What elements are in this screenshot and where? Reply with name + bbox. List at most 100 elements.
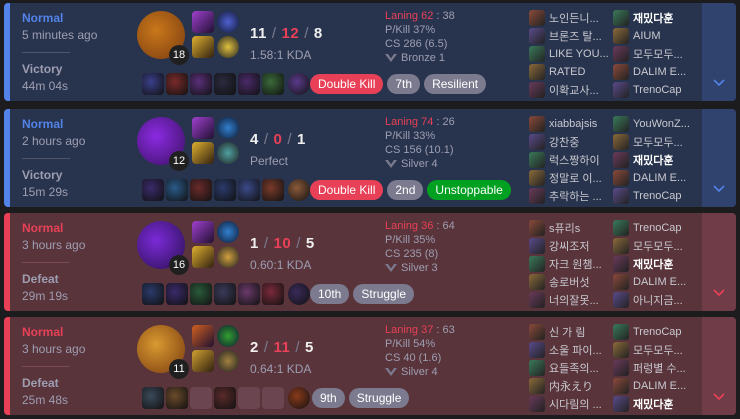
player-row[interactable]: 송로버섯 — [529, 273, 609, 291]
kda-ratio: 0.64:1 KDA — [250, 362, 312, 376]
player-row[interactable]: LIKE YOU... — [529, 45, 609, 63]
item-icon[interactable] — [262, 179, 284, 201]
player-row[interactable]: 추락하는 ... — [529, 187, 609, 205]
player-row[interactable]: DALIM E... — [613, 63, 693, 81]
trinket-icon[interactable] — [288, 283, 310, 305]
item-icon[interactable] — [142, 387, 164, 409]
player-row[interactable]: 재밌다훈 — [613, 151, 693, 169]
item-icon[interactable] — [214, 387, 236, 409]
player-row[interactable]: 브론즈 탈... — [529, 27, 609, 45]
player-name: 모두모두... — [633, 241, 683, 253]
keystone-rune-icon[interactable] — [217, 325, 239, 347]
match-card[interactable]: Normal 5 minutes ago Victory 44m 04s 18 … — [4, 3, 736, 101]
player-row[interactable]: DALIM E... — [613, 273, 693, 291]
player-row[interactable]: TrenoCap — [613, 81, 693, 99]
item-icon[interactable] — [214, 73, 236, 95]
item-icon[interactable] — [190, 283, 212, 305]
trinket-icon[interactable] — [288, 73, 310, 95]
keystone-rune-icon[interactable] — [217, 221, 239, 243]
player-row[interactable]: 内永えり — [529, 377, 609, 395]
player-row[interactable]: 모두모두... — [613, 133, 693, 151]
item-icon[interactable] — [142, 179, 164, 201]
item-icon[interactable] — [166, 283, 188, 305]
summoner-spell-icon[interactable] — [192, 117, 214, 139]
summoner-spell-icon[interactable] — [192, 11, 214, 33]
match-card[interactable]: Normal 3 hours ago Defeat 25m 48s 11 2/1… — [4, 317, 736, 415]
expand-button[interactable] — [702, 3, 736, 101]
player-row[interactable]: 자크 원챔... — [529, 255, 609, 273]
player-row[interactable]: 요들족의... — [529, 359, 609, 377]
player-row[interactable]: 너의잘못... — [529, 291, 609, 309]
player-row[interactable]: 재밌다훈 — [613, 9, 693, 27]
item-icon[interactable] — [262, 283, 284, 305]
expand-button[interactable] — [702, 317, 736, 415]
player-champion-icon — [529, 64, 545, 80]
player-row[interactable]: 아니지금... — [613, 291, 693, 309]
player-row[interactable]: 모두모두... — [613, 237, 693, 255]
item-icon[interactable] — [166, 179, 188, 201]
player-row[interactable]: TrenoCap — [613, 323, 693, 341]
player-row[interactable]: 이확교사... — [529, 81, 609, 99]
player-row[interactable]: 소울 파이... — [529, 341, 609, 359]
item-icon[interactable] — [262, 73, 284, 95]
player-row[interactable]: xiabbajsis — [529, 115, 609, 133]
player-row[interactable]: 모두모두... — [613, 45, 693, 63]
item-icon[interactable] — [142, 73, 164, 95]
summoner-spell-icon[interactable] — [192, 246, 214, 268]
keystone-rune-icon[interactable] — [217, 117, 239, 139]
player-name: DALIM E... — [633, 66, 687, 78]
player-row[interactable]: 정말로 이... — [529, 169, 609, 187]
secondary-rune-icon[interactable] — [217, 36, 239, 58]
player-champion-icon — [529, 220, 545, 236]
player-row[interactable]: 강찬중 — [529, 133, 609, 151]
item-icon[interactable] — [166, 73, 188, 95]
item-icon[interactable] — [238, 179, 260, 201]
summoner-spell-icon[interactable] — [192, 221, 214, 243]
player-champion-icon — [529, 274, 545, 290]
player-row[interactable]: 노인든니... — [529, 9, 609, 27]
player-row[interactable]: 재밌다훈 — [613, 255, 693, 273]
item-icon[interactable] — [214, 283, 236, 305]
keystone-rune-icon[interactable] — [217, 11, 239, 33]
item-icon[interactable] — [238, 283, 260, 305]
summoner-spell-icon[interactable] — [192, 325, 214, 347]
secondary-rune-icon[interactable] — [217, 246, 239, 268]
player-row[interactable]: DALIM E... — [613, 169, 693, 187]
match-info: Normal 2 hours ago Victory 15m 29s — [22, 117, 122, 199]
item-icon[interactable] — [214, 179, 236, 201]
player-row[interactable]: 강씨조저 — [529, 237, 609, 255]
player-row[interactable]: DALIM E... — [613, 377, 693, 395]
player-row[interactable]: 시다림의 ... — [529, 395, 609, 413]
summoner-spell-icon[interactable] — [192, 36, 214, 58]
expand-button[interactable] — [702, 213, 736, 311]
team-red: YouWonZ... 모두모두... 재밌다훈 DALIM E... TrenoCap — [613, 115, 693, 205]
player-row[interactable]: 모두모두... — [613, 341, 693, 359]
trinket-icon[interactable] — [288, 179, 310, 201]
match-card[interactable]: Normal 2 hours ago Victory 15m 29s 12 4/… — [4, 109, 736, 207]
player-row[interactable]: YouWonZ... — [613, 115, 693, 133]
player-row[interactable]: TrenoCap — [613, 219, 693, 237]
player-row[interactable]: AIUM — [613, 27, 693, 45]
player-row[interactable]: 럭스짱하이 — [529, 151, 609, 169]
match-card[interactable]: Normal 3 hours ago Defeat 29m 19s 16 1/1… — [4, 213, 736, 311]
trinket-icon[interactable] — [288, 387, 310, 409]
player-row[interactable]: 신 가 림 — [529, 323, 609, 341]
secondary-rune-icon[interactable] — [217, 142, 239, 164]
summoner-spell-icon[interactable] — [192, 350, 214, 372]
player-row[interactable]: TrenoCap — [613, 187, 693, 205]
player-row[interactable]: 퍼렁별 수... — [613, 359, 693, 377]
item-icon[interactable] — [142, 283, 164, 305]
summoner-spell-icon[interactable] — [192, 142, 214, 164]
player-row[interactable]: s퓨리s — [529, 219, 609, 237]
expand-button[interactable] — [702, 109, 736, 207]
secondary-rune-icon[interactable] — [217, 350, 239, 372]
player-row[interactable]: 재밌다훈 — [613, 395, 693, 413]
player-champion-icon — [613, 396, 629, 412]
player-row[interactable]: RATED — [529, 63, 609, 81]
player-champion-icon — [529, 324, 545, 340]
item-icon[interactable] — [190, 179, 212, 201]
item-icon[interactable] — [166, 387, 188, 409]
player-name: 재밌다훈 — [633, 13, 674, 25]
item-icon[interactable] — [190, 73, 212, 95]
item-icon[interactable] — [238, 73, 260, 95]
